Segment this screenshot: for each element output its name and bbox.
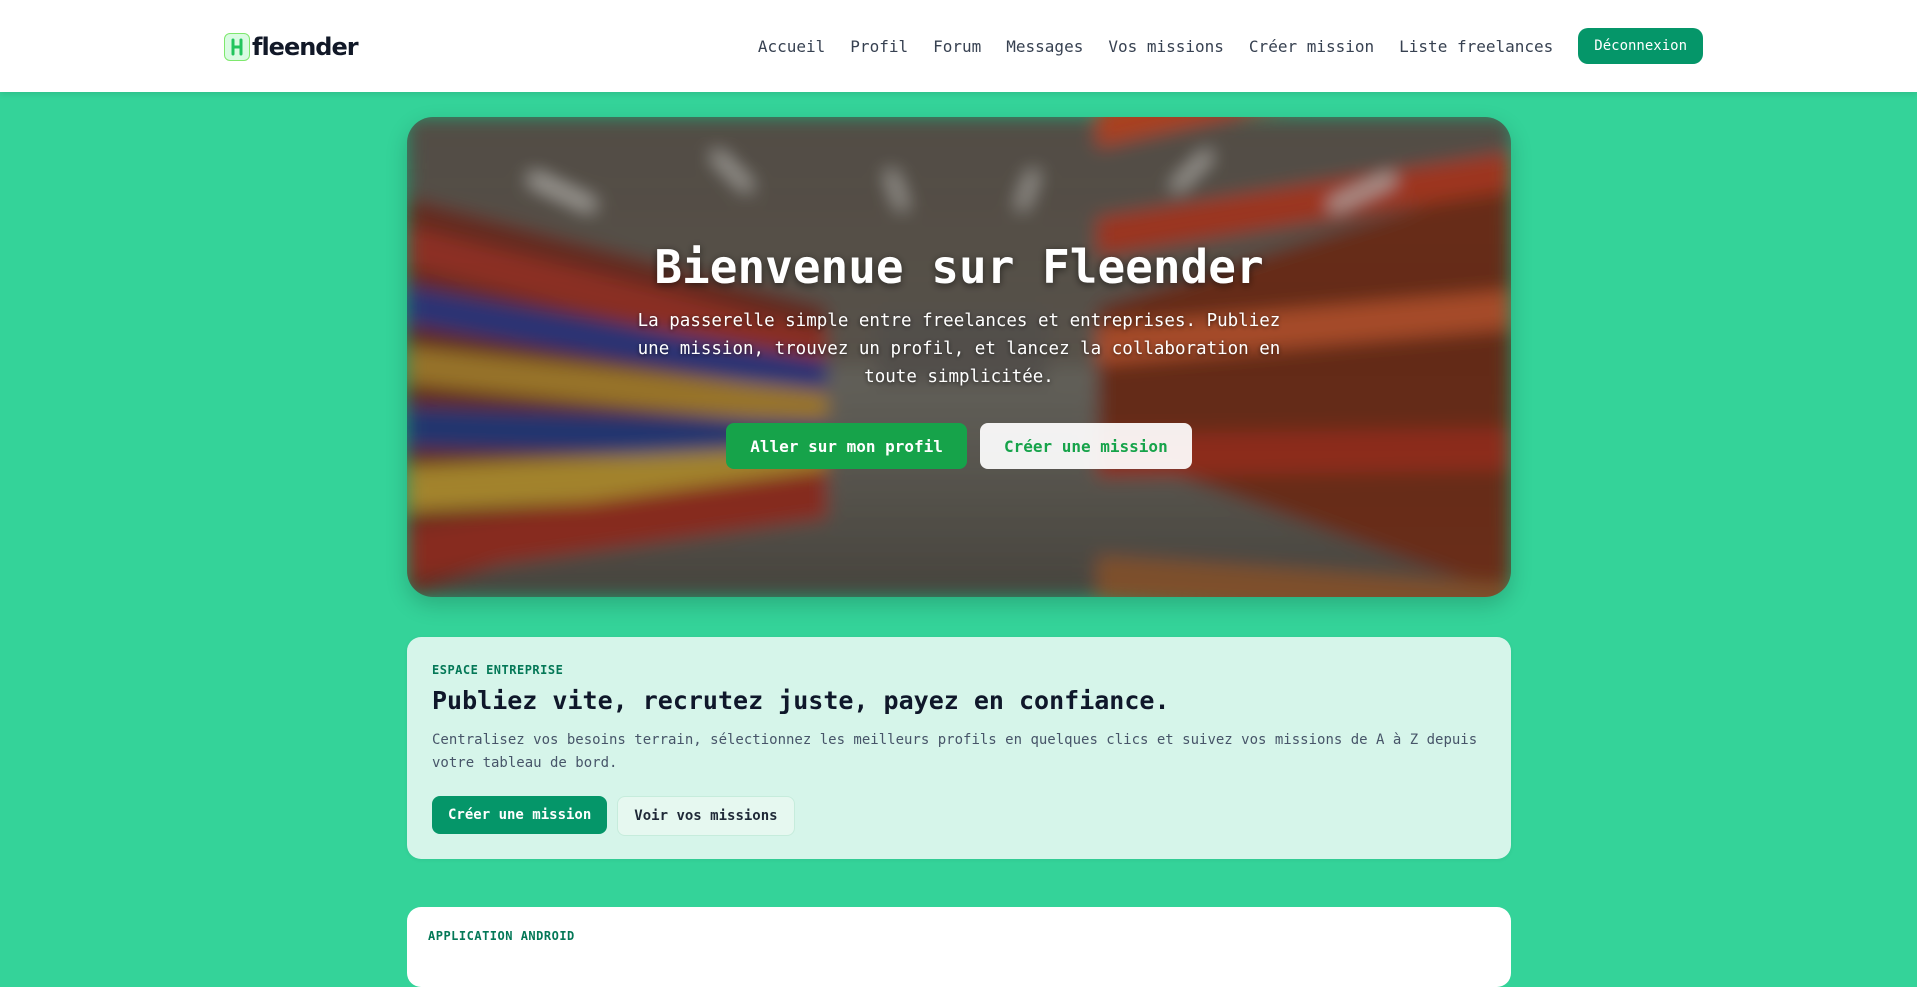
go-to-profile-button[interactable]: Aller sur mon profil (726, 423, 967, 469)
hero-title: Bienvenue sur Fleender (654, 240, 1264, 294)
enterprise-actions: Créer une mission Voir vos missions (432, 796, 795, 836)
fleender-logo-icon (224, 33, 250, 61)
nav-link-forum[interactable]: Forum (933, 37, 981, 56)
brand-logo[interactable]: fleender (224, 32, 359, 62)
brand-name: fleender (252, 33, 359, 61)
nav-link-messages[interactable]: Messages (1006, 37, 1083, 56)
hero-subtitle: La passerelle simple entre freelances et… (637, 311, 1281, 387)
logout-button[interactable]: Déconnexion (1578, 28, 1703, 64)
enterprise-card: ESPACE ENTREPRISE Publiez vite, recrutez… (407, 637, 1511, 859)
nav-link-vos-missions[interactable]: Vos missions (1108, 37, 1224, 56)
enterprise-description: Centralisez vos besoins terrain, sélecti… (432, 732, 1478, 771)
android-eyebrow: APPLICATION ANDROID (428, 929, 575, 943)
nav-link-creer-mission[interactable]: Créer mission (1249, 37, 1374, 56)
top-navbar: fleender Accueil Profil Forum Messages V… (0, 0, 1917, 92)
nav-link-accueil[interactable]: Accueil (758, 37, 825, 56)
android-app-card: APPLICATION ANDROID (407, 907, 1511, 987)
hero-banner: Bienvenue sur Fleender La passerelle sim… (407, 117, 1511, 597)
create-mission-button[interactable]: Créer une mission (432, 796, 608, 834)
hero-create-mission-button[interactable]: Créer une mission (979, 423, 1192, 469)
enterprise-eyebrow: ESPACE ENTREPRISE (432, 663, 564, 677)
hero-content: Bienvenue sur Fleender La passerelle sim… (407, 117, 1511, 597)
hero-actions: Aller sur mon profil Créer une mission (407, 423, 1511, 469)
view-missions-button[interactable]: Voir vos missions (617, 796, 795, 836)
main-nav: Accueil Profil Forum Messages Vos missio… (758, 28, 1703, 64)
nav-link-liste-freelances[interactable]: Liste freelances (1399, 37, 1553, 56)
nav-link-profil[interactable]: Profil (850, 37, 908, 56)
enterprise-title: Publiez vite, recrutez juste, payez en c… (432, 686, 1170, 715)
